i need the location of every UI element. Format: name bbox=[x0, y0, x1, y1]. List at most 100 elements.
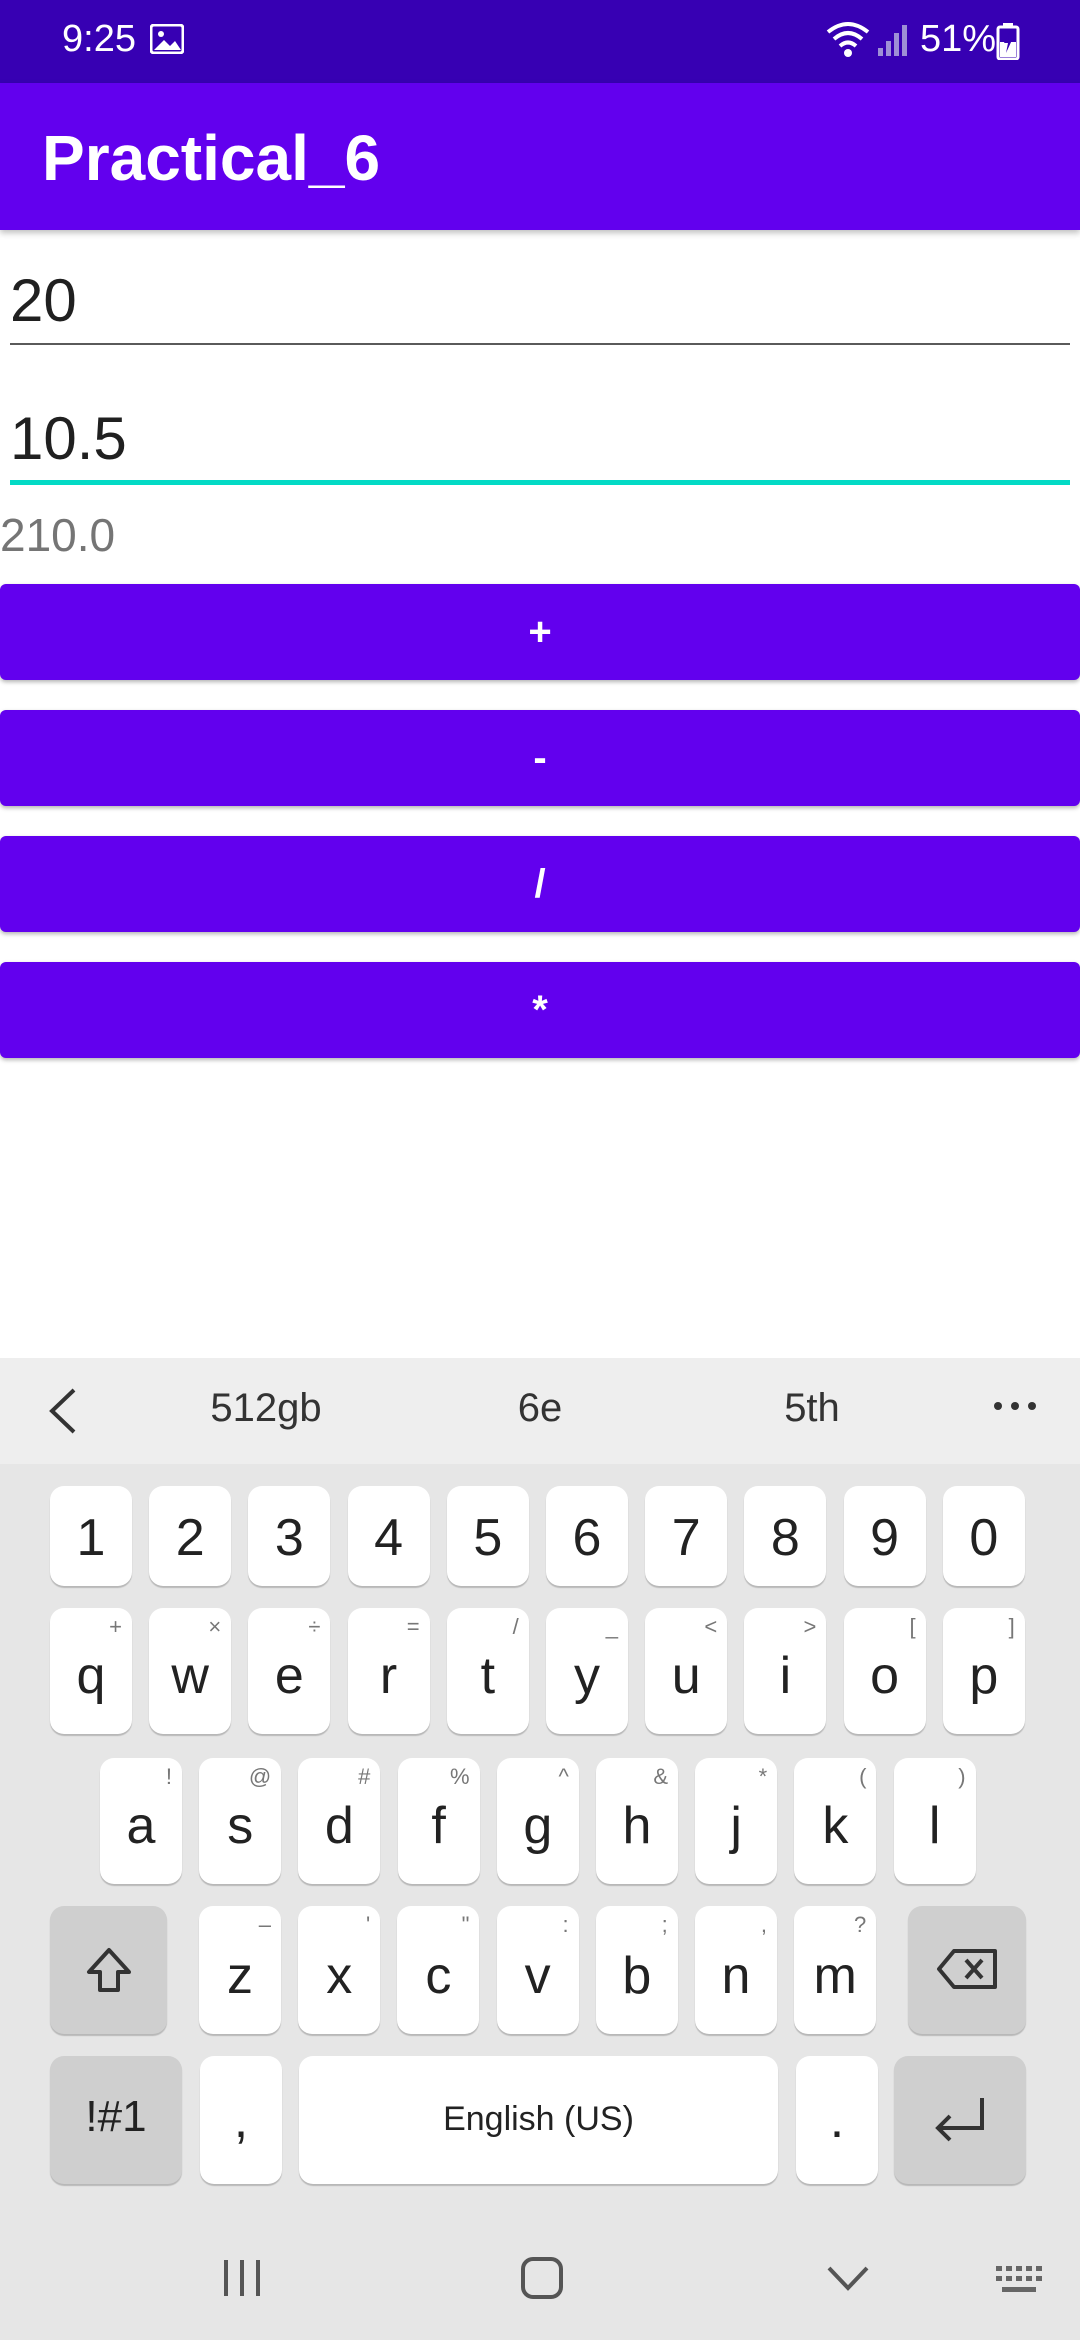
key-j[interactable]: j * bbox=[695, 1758, 778, 1884]
key-o-alt-label: [ bbox=[909, 1614, 916, 1639]
key-8[interactable]: 8 bbox=[744, 1486, 827, 1586]
key-a-alt-label: ! bbox=[165, 1764, 172, 1789]
key-h-label: h bbox=[622, 1797, 652, 1855]
suggestion-2[interactable]: 6e bbox=[440, 1386, 640, 1431]
key-u[interactable]: u < bbox=[645, 1608, 728, 1734]
key-v[interactable]: v: bbox=[496, 1906, 579, 2034]
key-r-alt-label: = bbox=[406, 1614, 420, 1639]
battery-percent: 51% bbox=[920, 18, 997, 60]
key-3[interactable]: 3 bbox=[248, 1486, 331, 1586]
more-options-icon[interactable] bbox=[990, 1396, 1040, 1416]
key-l-alt-label: ) bbox=[958, 1764, 966, 1789]
key-l[interactable]: l) bbox=[893, 1758, 976, 1884]
signal-icon bbox=[878, 25, 907, 56]
key-e[interactable]: e ÷ bbox=[248, 1608, 331, 1734]
key-x-label: x bbox=[326, 1947, 353, 2005]
key-q[interactable]: q + bbox=[50, 1608, 132, 1734]
key-i[interactable]: i > bbox=[744, 1608, 827, 1734]
key-g[interactable]: g ^ bbox=[496, 1758, 579, 1884]
key-u-alt-label: < bbox=[704, 1614, 718, 1639]
suggestion-3[interactable]: 5th bbox=[712, 1386, 912, 1431]
key-6[interactable]: 6 bbox=[546, 1486, 628, 1586]
key-w-label: w bbox=[171, 1647, 209, 1705]
key-2[interactable]: 2 bbox=[149, 1486, 232, 1586]
shift-key[interactable] bbox=[50, 1906, 167, 2034]
key-d-alt-label: # bbox=[358, 1764, 371, 1789]
first-number-underline bbox=[10, 343, 1070, 345]
key-f[interactable]: f% bbox=[397, 1758, 480, 1884]
key-4[interactable]: 4 bbox=[347, 1486, 430, 1586]
first-number-value: 20 bbox=[10, 267, 77, 334]
suggestion-1[interactable]: 512gb bbox=[166, 1386, 366, 1431]
period-key[interactable]: . bbox=[796, 2056, 878, 2184]
gallery-notification-icon bbox=[150, 24, 184, 54]
key-x[interactable]: x ' bbox=[298, 1906, 381, 2034]
add-button[interactable]: + bbox=[0, 584, 1080, 680]
keyboard-icon[interactable] bbox=[994, 2264, 1044, 2296]
key-o[interactable]: o[ bbox=[843, 1608, 926, 1734]
key-t[interactable]: t / bbox=[446, 1608, 529, 1734]
wifi-icon bbox=[826, 22, 870, 57]
key-y-alt-label: _ bbox=[605, 1614, 618, 1639]
soft-keyboard: 512gb 6e 5th 1 2 3 4 5 6 7 8 9 0 q + w × e ÷ r = t / y _ u < i > o… bbox=[0, 1358, 1080, 2340]
key-n[interactable]: n, bbox=[695, 1906, 777, 2034]
key-0-label: 0 bbox=[969, 1509, 999, 1567]
key-k-alt-label: ( bbox=[859, 1764, 867, 1789]
key-3-label: 3 bbox=[274, 1509, 304, 1567]
key-0[interactable]: 0 bbox=[942, 1486, 1025, 1586]
key-p-label: p bbox=[969, 1647, 999, 1705]
space-key[interactable]: English (US) bbox=[299, 2056, 778, 2184]
recent-apps-icon[interactable] bbox=[220, 2258, 264, 2298]
key-v-alt-label: : bbox=[562, 1912, 569, 1937]
key-p[interactable]: p] bbox=[942, 1608, 1025, 1734]
key-c-alt-label: " bbox=[461, 1912, 470, 1937]
key-6-label: 6 bbox=[572, 1509, 602, 1567]
key-w[interactable]: w × bbox=[149, 1608, 232, 1734]
key-m[interactable]: m? bbox=[794, 1906, 877, 2034]
enter-key[interactable] bbox=[894, 2056, 1026, 2184]
subtract-button[interactable]: - bbox=[0, 710, 1080, 806]
backspace-key[interactable] bbox=[908, 1906, 1026, 2034]
app-title: Practical_6 bbox=[42, 122, 381, 194]
key-4-label: 4 bbox=[374, 1509, 404, 1567]
suggestion-bar: 512gb 6e 5th bbox=[0, 1358, 1080, 1464]
key-z[interactable]: z – bbox=[199, 1906, 281, 2034]
key-7[interactable]: 7 bbox=[645, 1486, 728, 1586]
enter-icon bbox=[935, 2098, 984, 2142]
key-h[interactable]: h & bbox=[596, 1758, 678, 1884]
key-k[interactable]: k( bbox=[794, 1758, 877, 1884]
multiply-button[interactable]: * bbox=[0, 962, 1080, 1058]
key-c[interactable]: c " bbox=[397, 1906, 480, 2034]
key-g-label: g bbox=[523, 1797, 553, 1855]
key-d[interactable]: d # bbox=[298, 1758, 381, 1884]
chevron-down-icon[interactable] bbox=[826, 2264, 870, 2292]
key-5[interactable]: 5 bbox=[446, 1486, 529, 1586]
key-d-label: d bbox=[324, 1797, 354, 1855]
key-r[interactable]: r = bbox=[347, 1608, 430, 1734]
home-icon[interactable] bbox=[520, 2256, 564, 2300]
key-z-label: z bbox=[227, 1947, 253, 2005]
divide-button[interactable]: / bbox=[0, 836, 1080, 932]
key-l-label: l bbox=[928, 1797, 941, 1855]
key-y[interactable]: y _ bbox=[546, 1608, 628, 1734]
key-b-label: b bbox=[622, 1947, 652, 2005]
key-q-label: q bbox=[76, 1647, 106, 1705]
key-t-label: t bbox=[480, 1647, 496, 1705]
key-a[interactable]: a! bbox=[100, 1758, 182, 1884]
key-i-label: i bbox=[779, 1647, 792, 1705]
comma-key[interactable]: , bbox=[200, 2056, 282, 2184]
key-r-label: r bbox=[379, 1647, 398, 1705]
symbols-key[interactable]: !#1 bbox=[50, 2056, 182, 2184]
second-number-focus-underline bbox=[10, 480, 1070, 485]
key-e-label: e bbox=[274, 1647, 304, 1705]
chevron-left-icon[interactable] bbox=[44, 1386, 84, 1436]
key-1-label: 1 bbox=[76, 1509, 106, 1567]
key-s[interactable]: s @ bbox=[199, 1758, 282, 1884]
key-9[interactable]: 9 bbox=[843, 1486, 926, 1586]
key-y-label: y bbox=[574, 1647, 600, 1705]
key-1[interactable]: 1 bbox=[50, 1486, 132, 1586]
key-b[interactable]: b; bbox=[595, 1906, 678, 2034]
battery-charging-icon bbox=[996, 23, 1020, 60]
status-bar: 9:25 51% bbox=[0, 0, 1080, 83]
key-m-label: m bbox=[813, 1947, 857, 2005]
